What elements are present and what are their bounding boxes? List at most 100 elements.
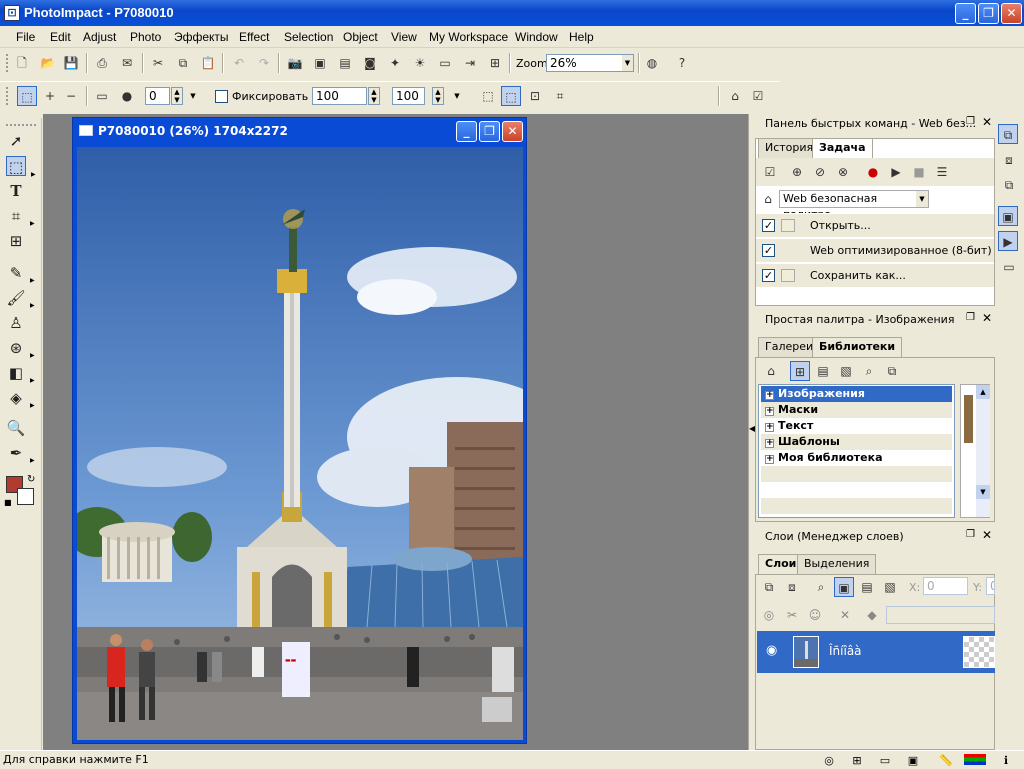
mask-icon[interactable]: ◎: [759, 605, 779, 625]
layer-effect-icon[interactable]: ☺: [805, 605, 825, 625]
thumbnail-icon[interactable]: ▧: [836, 361, 856, 381]
add-icon[interactable]: +: [40, 86, 60, 106]
brush-tool-icon[interactable]: 🖌 ▶: [6, 288, 34, 309]
app-icon[interactable]: ⊡: [4, 5, 20, 21]
tree-item-templates[interactable]: + Шаблоны: [761, 434, 952, 450]
pick-tool-icon[interactable]: ➚: [6, 131, 26, 151]
copy-icon[interactable]: ⧉: [173, 53, 193, 73]
redo-icon[interactable]: ↷: [254, 53, 274, 73]
toolbar-grip[interactable]: [6, 54, 9, 72]
task-row[interactable]: ✓ Открыть...: [756, 213, 994, 237]
chevron-down-icon[interactable]: ▼: [622, 55, 633, 71]
layer-cut-icon[interactable]: ✂: [782, 605, 802, 625]
soft-edge-input[interactable]: 0: [145, 87, 170, 105]
palette-select[interactable]: Web безопасная палитра: [779, 190, 929, 221]
fill-tool-icon[interactable]: ◈ ▶: [6, 388, 34, 409]
check-icon[interactable]: ☑: [760, 162, 780, 182]
layer-view-icon[interactable]: ▣: [834, 577, 854, 597]
panel-close-icon[interactable]: ✕: [982, 528, 992, 542]
task-checkbox[interactable]: ✓: [762, 219, 775, 232]
menu-selection[interactable]: Selection: [284, 30, 333, 44]
panel-restore-icon[interactable]: ❐: [966, 116, 975, 127]
tab-libraries[interactable]: Библиотеки: [812, 337, 903, 357]
list-icon[interactable]: ☰: [932, 162, 952, 182]
width-input[interactable]: 100: [312, 87, 367, 105]
color-mode-icon[interactable]: [964, 754, 986, 765]
panel-layout-icon[interactable]: ⧈: [999, 150, 1019, 170]
task-checkbox[interactable]: ✓: [762, 244, 775, 257]
magic-wand-icon[interactable]: ✦: [385, 53, 405, 73]
copy-icon[interactable]: ⧉: [882, 361, 902, 381]
open-icon[interactable]: 📂: [38, 53, 58, 73]
camera-icon[interactable]: 📷: [285, 53, 305, 73]
menu-adjust[interactable]: Adjust: [83, 30, 116, 44]
presets-icon[interactable]: ⌂: [725, 86, 745, 106]
toolbar-grip[interactable]: [6, 124, 36, 126]
play-icon[interactable]: ▶: [886, 162, 906, 182]
default-colors-icon[interactable]: ■: [4, 498, 12, 507]
eyedropper-tool-icon[interactable]: ✒ ▶: [6, 443, 35, 464]
task-checkbox[interactable]: ✓: [762, 269, 775, 282]
tab-selections[interactable]: Выделения: [797, 554, 877, 574]
height-input[interactable]: 100: [392, 87, 425, 105]
zoom-select[interactable]: 26%: [546, 54, 634, 72]
info-icon[interactable]: ℹ: [996, 752, 1016, 767]
chevron-down-icon[interactable]: ▼: [451, 87, 463, 105]
layer-search-icon[interactable]: ⌕: [811, 577, 831, 597]
cut-icon[interactable]: ✂: [148, 53, 168, 73]
tab-task[interactable]: Задача: [812, 138, 873, 158]
record-icon[interactable]: ●: [863, 162, 883, 182]
mail-icon[interactable]: ✉: [117, 53, 137, 73]
spin-control[interactable]: ▲ ▼: [368, 87, 380, 105]
tree-item-my-library[interactable]: + Моя библиотека: [761, 450, 952, 466]
library-icon[interactable]: ⌂: [761, 361, 781, 381]
frame-icon[interactable]: ▭: [874, 752, 896, 767]
tree-item-text[interactable]: + Текст: [761, 418, 952, 434]
scroll-down-icon[interactable]: ▼: [976, 485, 990, 499]
menu-object[interactable]: Object: [343, 30, 378, 44]
layer-lock-icon[interactable]: ◆: [862, 605, 882, 625]
layer-name[interactable]: Îñíîâà: [829, 644, 862, 658]
panel-docking-icon[interactable]: ⧉: [999, 175, 1019, 195]
eye-icon[interactable]: ◉: [766, 643, 777, 658]
maximize-button[interactable]: ❐: [978, 3, 999, 24]
task-row[interactable]: ✓ Сохранить как...: [756, 263, 994, 287]
paste-icon[interactable]: 📋: [198, 53, 218, 73]
save-icon[interactable]: 💾: [61, 53, 81, 73]
layer-props-icon[interactable]: ▤: [857, 577, 877, 597]
panel-restore-icon[interactable]: ❐: [966, 312, 975, 323]
scrollbar[interactable]: ▲ ▼: [976, 385, 990, 517]
print-icon[interactable]: ⎙: [92, 53, 112, 73]
brightness-icon[interactable]: ☀: [410, 53, 430, 73]
stamp-tool-icon[interactable]: ♙: [6, 313, 26, 333]
retouch-tool-icon[interactable]: ⊛ ▶: [6, 338, 35, 359]
tree-item-images[interactable]: + Изображения: [761, 386, 952, 402]
chevron-down-icon[interactable]: ▼: [187, 87, 199, 105]
menu-view[interactable]: View: [391, 30, 417, 44]
tree-item-masks[interactable]: + Маски: [761, 402, 952, 418]
menu-effects-ru[interactable]: Эффекты: [174, 30, 229, 44]
help-icon[interactable]: ?: [672, 53, 692, 73]
palette-toggle-icon[interactable]: ▶: [998, 231, 1018, 251]
quick-command-toggle-icon[interactable]: ▣: [998, 206, 1018, 226]
layer-copy-icon[interactable]: ⧉: [759, 577, 779, 597]
soft-edge-icon[interactable]: ▭: [92, 86, 112, 106]
menu-window[interactable]: Window: [515, 30, 558, 44]
menu-my-workspace[interactable]: My Workspace: [429, 30, 508, 44]
new-icon[interactable]: 🗋: [12, 53, 32, 73]
grid-icon[interactable]: ⊞: [846, 752, 868, 767]
minimize-button[interactable]: _: [955, 3, 976, 24]
swap-colors-icon[interactable]: ↻: [27, 474, 35, 485]
panel-manager-icon[interactable]: ⧉: [998, 124, 1018, 144]
background-color-swatch[interactable]: [17, 488, 34, 505]
undo-icon[interactable]: ↶: [229, 53, 249, 73]
photo-canvas[interactable]: ▬▬: [77, 147, 523, 740]
paint-tool-icon[interactable]: ✎ ▶: [6, 263, 35, 284]
antialias-icon[interactable]: ●: [117, 86, 137, 106]
layers-toggle-icon[interactable]: ▭: [999, 257, 1019, 277]
spin-control[interactable]: ▲ ▼: [171, 87, 183, 105]
chevron-down-icon[interactable]: ▼: [916, 191, 928, 207]
view-mode-icon[interactable]: ◎: [818, 752, 840, 767]
layer-tools-icon[interactable]: ✕: [835, 605, 855, 625]
web-icon[interactable]: ⊞: [485, 53, 505, 73]
